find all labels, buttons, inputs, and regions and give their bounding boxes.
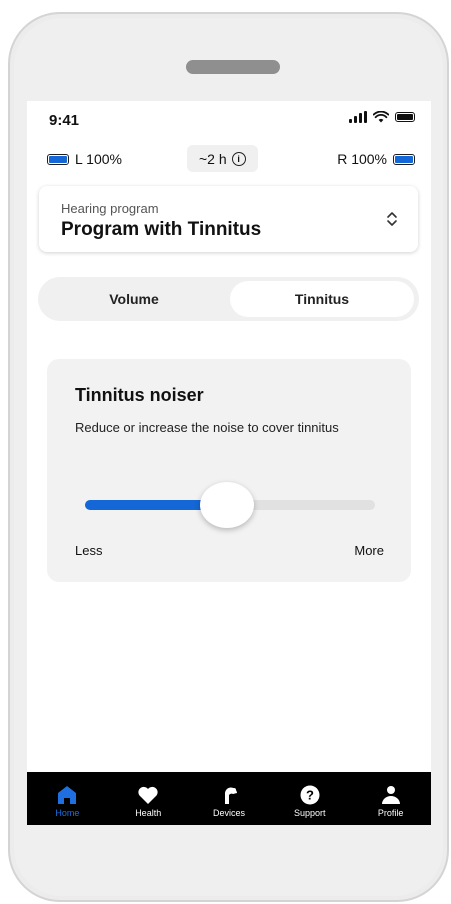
heart-icon: [138, 786, 158, 804]
home-icon: [58, 786, 77, 804]
app-screen: 9:41 L 100% ~2 h i R 100% Hearing progra…: [27, 101, 431, 825]
status-bar: 9:41: [27, 101, 431, 137]
right-battery: R 100%: [337, 151, 415, 167]
person-icon: [381, 786, 400, 804]
tab-tinnitus[interactable]: Tinnitus: [230, 281, 414, 317]
control-segmented-tabs: Volume Tinnitus: [38, 277, 419, 321]
left-battery-label: L 100%: [75, 151, 122, 167]
tinnitus-noiser-card: Tinnitus noiser Reduce or increase the n…: [47, 359, 411, 582]
nav-health[interactable]: Health: [108, 772, 189, 825]
right-battery-label: R 100%: [337, 151, 387, 167]
info-icon[interactable]: i: [231, 151, 246, 166]
bottom-navigation: Home Health Devices ? Support Profile: [27, 772, 431, 825]
noiser-description: Reduce or increase the noise to cover ti…: [75, 420, 339, 435]
nav-profile[interactable]: Profile: [350, 772, 431, 825]
svg-text:?: ?: [306, 788, 314, 803]
speaker-grille: [186, 60, 280, 74]
left-battery: L 100%: [47, 151, 122, 167]
help-icon: ?: [300, 785, 320, 805]
signal-icon: [349, 111, 367, 123]
wifi-icon: [373, 111, 389, 123]
noise-slider-track[interactable]: [85, 482, 375, 528]
nav-label: Health: [135, 808, 162, 818]
nav-label: Profile: [377, 808, 404, 818]
phone-battery-icon: [395, 112, 415, 122]
slider-max-label: More: [354, 543, 384, 558]
nav-label: Devices: [212, 808, 245, 818]
nav-support[interactable]: ? Support: [269, 772, 350, 825]
noise-slider-thumb[interactable]: [200, 482, 255, 528]
program-value: Program with Tinnitus: [61, 219, 262, 240]
slider-min-label: Less: [75, 543, 103, 558]
nav-home[interactable]: Home: [27, 772, 108, 825]
hearing-aid-battery-row: L 100% ~2 h i R 100%: [27, 145, 431, 173]
battery-icon: [47, 153, 69, 165]
status-time: 9:41: [49, 112, 80, 129]
noiser-title: Tinnitus noiser: [75, 385, 204, 405]
system-icons: [349, 111, 415, 123]
hearing-aid-icon: [224, 787, 237, 804]
remaining-time-text: ~2 h: [199, 150, 227, 167]
nav-devices[interactable]: Devices: [189, 772, 270, 825]
nav-label: Support: [294, 808, 326, 818]
program-selector[interactable]: Hearing program Program with Tinnitus: [39, 186, 418, 252]
remaining-time-pill[interactable]: ~2 h i: [187, 145, 258, 172]
chevron-up-down-icon: [387, 212, 397, 226]
program-label: Hearing program: [61, 201, 159, 216]
battery-icon: [393, 153, 415, 165]
tab-volume[interactable]: Volume: [42, 281, 226, 317]
nav-label: Home: [55, 808, 80, 818]
